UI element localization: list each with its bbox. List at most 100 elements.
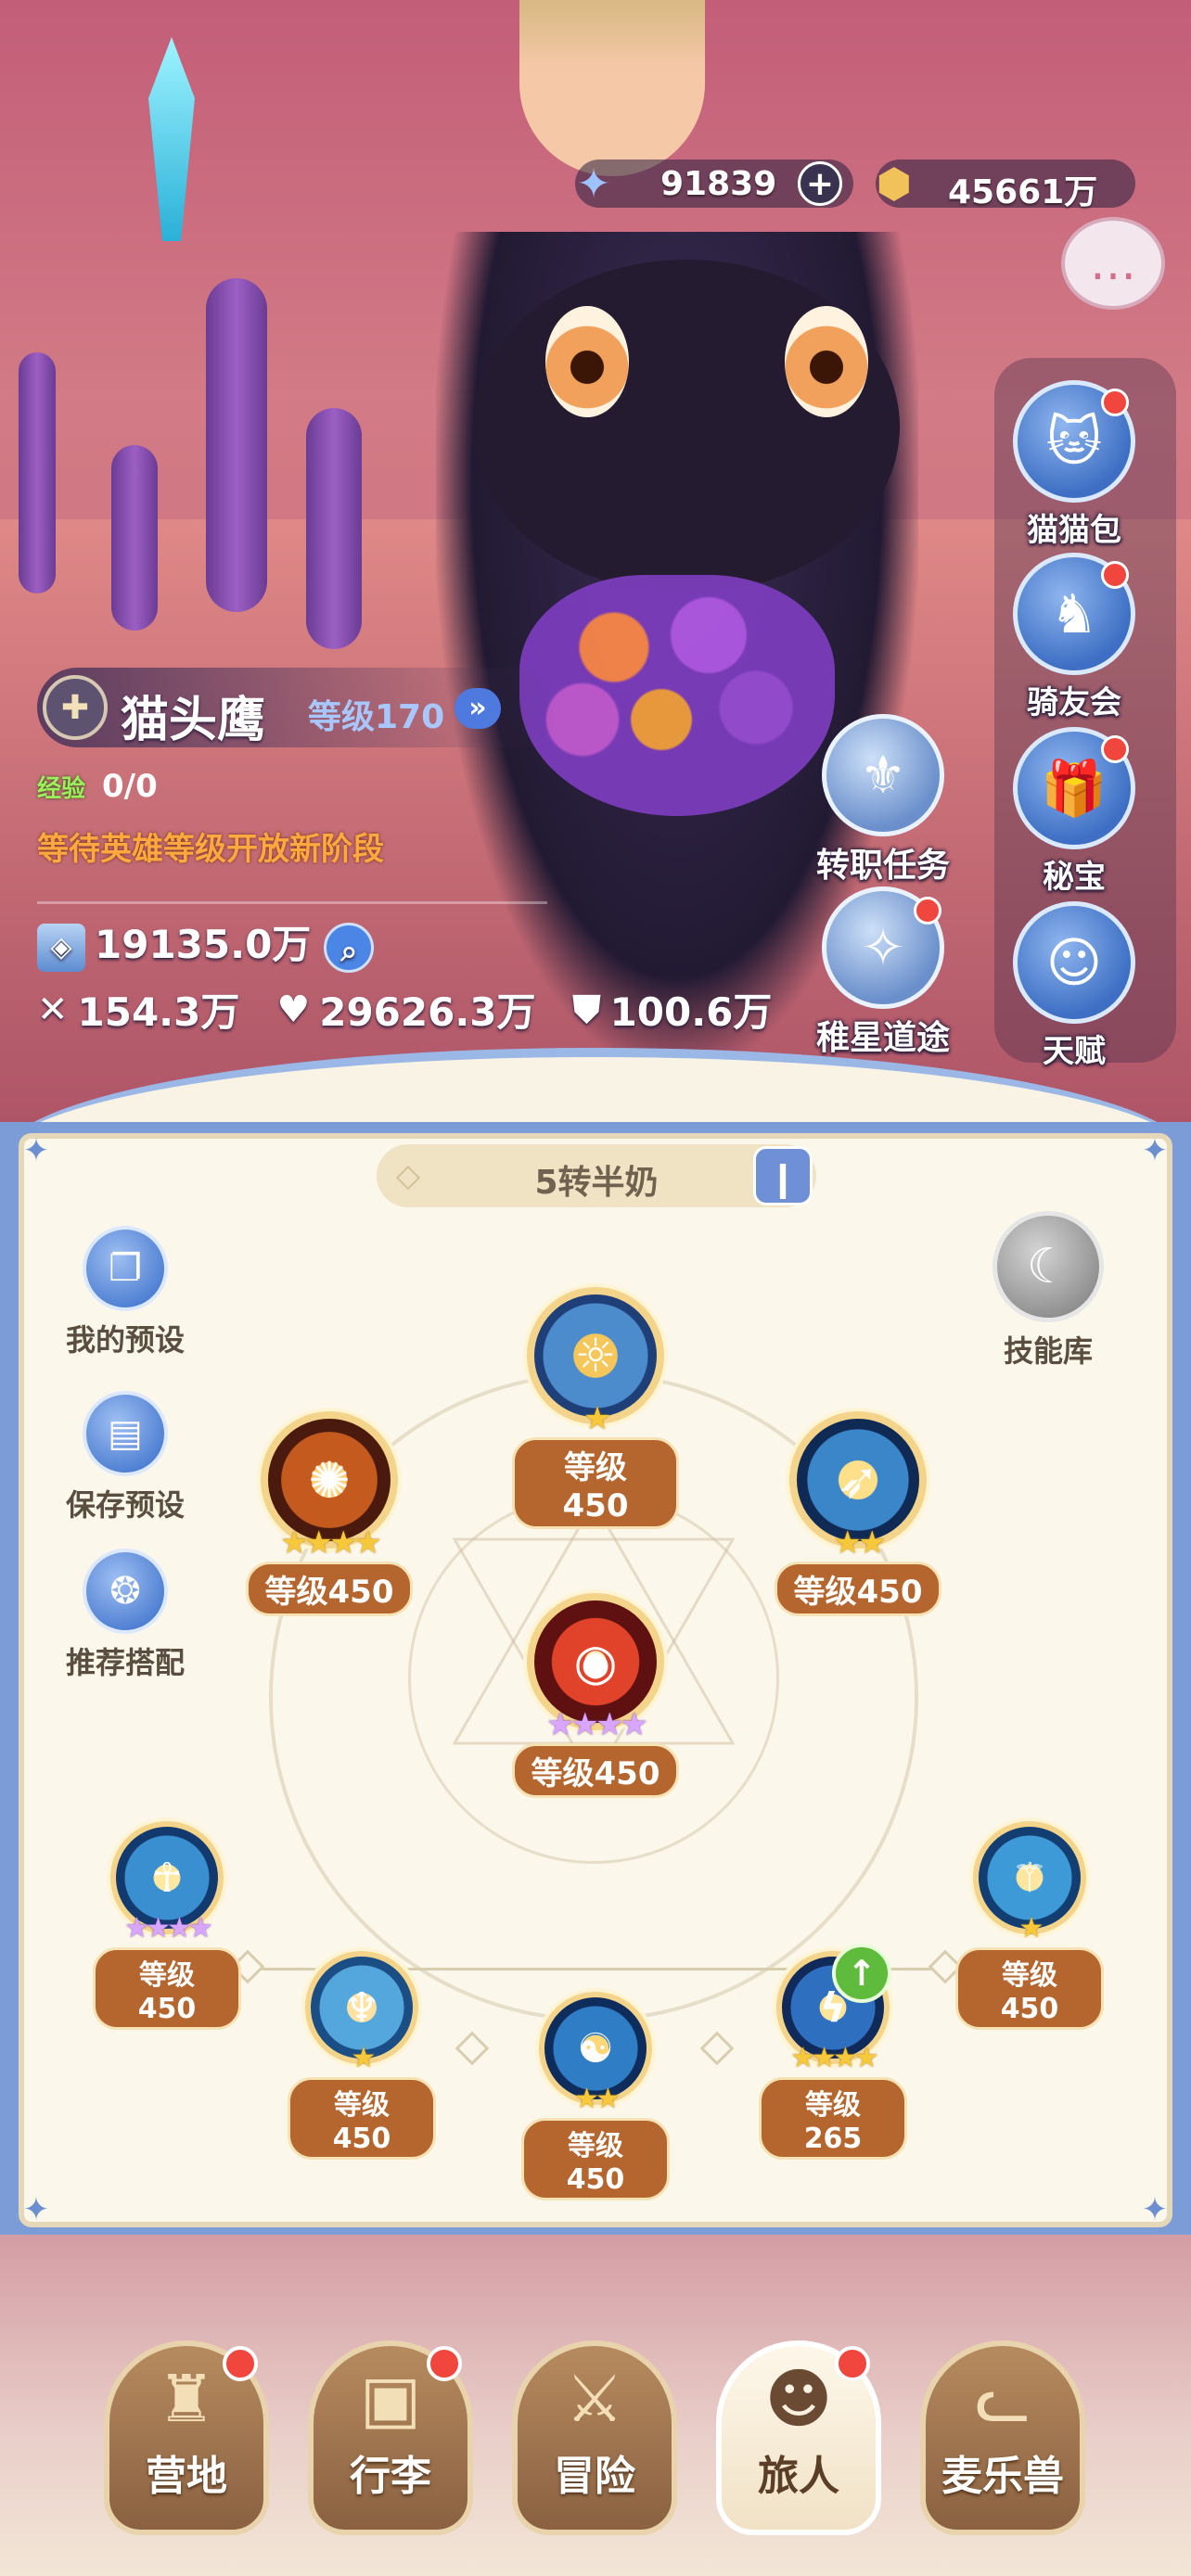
side-menu-rider-club[interactable]: ♞ 骑友会 — [1000, 553, 1148, 722]
skill-slot-upper-left[interactable]: ✺ ★★★★ 等级450 — [243, 1411, 416, 1616]
scene-crystal — [148, 37, 195, 241]
cat-bag-icon: 🐱 — [1013, 380, 1135, 503]
add-gems-button[interactable]: + — [798, 161, 842, 206]
chat-button[interactable]: … — [1061, 217, 1165, 310]
skill-level-badge: 等级450 — [288, 2077, 436, 2160]
corner-ornament: ✦ — [22, 2191, 50, 2228]
treasure-icon: 🎁 — [1013, 727, 1135, 849]
coin-counter: ⬢ 45661万 — [876, 159, 1135, 211]
save-preset-label: 保存预设 — [65, 1487, 185, 1523]
heart-icon: ♥ — [276, 988, 311, 1031]
skill-library-label: 技能库 — [1003, 1333, 1093, 1369]
nav-pet-label: 麦乐兽 — [941, 2453, 1064, 2500]
skill-slot-far-left[interactable]: ☥ ★★★★ 等级450 — [93, 1821, 241, 2030]
attack-value: 154.3万 — [77, 989, 240, 1035]
crossed-swords-icon: ⚔ — [565, 2361, 624, 2437]
side-menu-cat-bag[interactable]: 🐱 猫猫包 — [1000, 380, 1148, 550]
moon-icon: ☾ — [992, 1211, 1104, 1322]
exp-row: 经验 0/0 — [37, 768, 158, 805]
coin-icon: ⬢ — [876, 159, 913, 208]
nav-traveler[interactable]: ☻ 旅人 — [716, 2340, 881, 2535]
preset-cards-icon: ❐ — [83, 1226, 168, 1311]
star-path-icon: ✧ — [822, 886, 944, 1009]
skill-stars: ★★ — [833, 1524, 887, 1562]
skill-stars: ★★★★ — [790, 2042, 879, 2074]
recommend-label: 推荐搭配 — [65, 1645, 185, 1680]
corner-ornament: ✦ — [22, 1132, 50, 1169]
nav-luggage-label: 行李 — [350, 2453, 431, 2500]
nav-traveler-label: 旅人 — [758, 2453, 839, 2500]
skill-level-badge: 等级265 — [759, 2077, 907, 2160]
notification-dot — [223, 2346, 258, 2381]
nav-luggage[interactable]: ▣ 行李 — [308, 2340, 473, 2535]
scene-pillar — [111, 445, 158, 631]
cat-face-icon: ᓚ — [975, 2361, 1031, 2437]
nav-camp[interactable]: ♜ 营地 — [104, 2340, 269, 2535]
book-icon[interactable]: ❙ — [753, 1146, 813, 1205]
player-name: 猫头鹰 — [121, 693, 266, 748]
side-menu-label: 猫猫包 — [1027, 512, 1121, 549]
notification-dot — [835, 2346, 870, 2381]
preset-selector[interactable]: ◇ 5转半奶 ❙ — [377, 1144, 816, 1207]
side-menu-treasure[interactable]: 🎁 秘宝 — [1000, 727, 1148, 897]
nav-camp-label: 营地 — [146, 2453, 227, 2500]
skill-stars: ★ — [583, 1400, 612, 1437]
nav-pet[interactable]: ᓚ 麦乐兽 — [920, 2340, 1085, 2535]
mount-eye — [785, 306, 868, 417]
skill-slot-upper-right[interactable]: ➶ ★★ 等级450 — [772, 1411, 944, 1616]
notification-dot — [1101, 561, 1129, 589]
scene-pillar — [206, 278, 267, 612]
scene-pillar — [306, 408, 362, 649]
player-name-bar[interactable]: ✚ 猫头鹰 等级170 » — [37, 668, 557, 748]
power-detail-search-button[interactable]: ⌕ — [324, 922, 375, 973]
level-detail-button[interactable]: » — [455, 688, 501, 729]
skill-slot-center[interactable]: ◉ ★★★★ 等级450 — [506, 1593, 685, 1798]
skill-level-badge: 等级450 — [511, 1743, 680, 1798]
nav-adventure-label: 冒险 — [554, 2453, 635, 2500]
job-quest-icon: ⚜ — [822, 714, 944, 836]
skill-slot-bottom-center[interactable]: ☯ ★★ 等级450 — [521, 1992, 670, 2200]
skill-stars: ★★★★ — [280, 1524, 382, 1562]
gem-value: 91839 — [660, 165, 777, 203]
skill-slot-far-right[interactable]: ⚚ ★ 等级450 — [955, 1821, 1104, 2030]
hero-character — [519, 0, 705, 176]
save-preset-button[interactable]: ▤ 保存预设 — [46, 1391, 204, 1524]
player-level: 等级170 — [308, 698, 445, 736]
skill-slot-mid-left[interactable]: ♆ ★ 等级450 — [288, 1951, 436, 2160]
chat-bubble-icon: … — [1090, 236, 1136, 290]
crossed-swords-icon: ✕ — [37, 988, 69, 1031]
skill-stars: ★★ — [574, 2083, 621, 2115]
notification-dot — [1101, 735, 1129, 763]
skill-slot-top[interactable]: ☼ ★ 等级450 — [512, 1287, 679, 1529]
notification-dot — [427, 2346, 462, 2381]
my-presets-label: 我的预设 — [65, 1322, 185, 1358]
job-quest-button[interactable]: ⚜ 转职任务 — [790, 714, 976, 886]
corner-ornament: ✦ — [1141, 1132, 1169, 1169]
skill-stars: ★ — [351, 2042, 377, 2074]
upgrade-arrow-icon[interactable]: ↑ — [832, 1944, 891, 2003]
exp-label: 经验 — [37, 775, 86, 803]
recommend-button[interactable]: ❂ 推荐搭配 — [46, 1549, 204, 1682]
info-divider — [37, 901, 547, 904]
side-menu-label: 骑友会 — [1027, 684, 1121, 721]
combat-power-value: 19135.0万 — [95, 922, 312, 967]
shield-icon: ⛊ — [572, 988, 601, 1031]
scene-pillar — [19, 352, 56, 593]
hp-stat: ♥ 29626.3万 — [276, 981, 535, 1038]
skill-library-button[interactable]: ☾ 技能库 — [983, 1211, 1113, 1371]
side-menu-talent[interactable]: ☺ 天赋 — [1000, 901, 1148, 1071]
notification-dot — [914, 897, 941, 925]
skill-level-badge: 等级450 — [512, 1437, 679, 1529]
star-path-button[interactable]: ✧ 稚星道途 — [790, 886, 976, 1059]
hp-value: 29626.3万 — [319, 989, 536, 1035]
my-presets-button[interactable]: ❐ 我的预设 — [46, 1226, 204, 1359]
talent-icon: ☺ — [1013, 901, 1135, 1024]
nav-adventure[interactable]: ⚔ 冒险 — [512, 2340, 677, 2535]
attack-stat: ✕ 154.3万 — [37, 981, 239, 1038]
stats-row: ✕ 154.3万 ♥ 29626.3万 ⛊ 100.6万 — [37, 981, 772, 1038]
skill-stars: ★ — [1018, 1912, 1044, 1945]
skill-slot-mid-right[interactable]: ϟ ↑ ★★★★ 等级265 — [759, 1944, 907, 2160]
mount-eye — [545, 306, 629, 417]
save-icon: ▤ — [83, 1391, 168, 1476]
preset-name: 5转半奶 — [534, 1164, 659, 1202]
